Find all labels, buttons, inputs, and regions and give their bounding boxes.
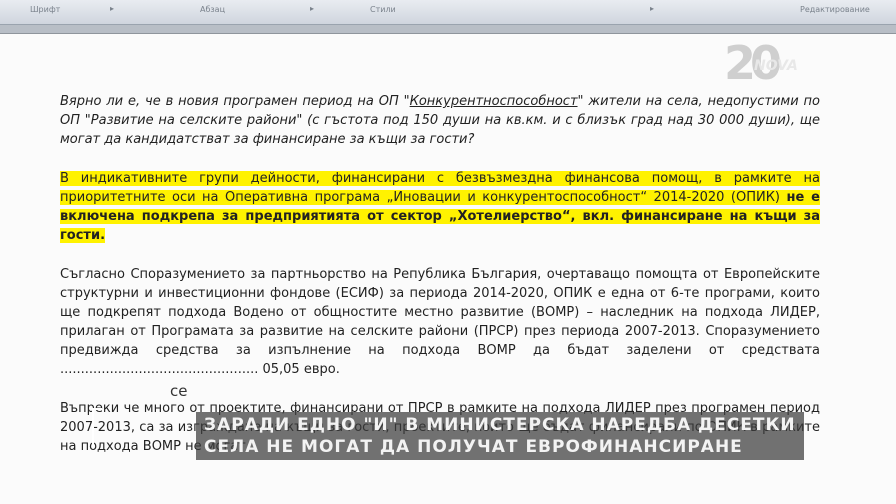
toolbar-group-label: Шрифт [30,5,61,14]
highlighted-text: В индикативните групи дейности, финансир… [60,171,820,205]
overlay-fragment: се [170,382,188,400]
toolbar-group-label: Стили [370,5,396,14]
expand-icon[interactable]: ▸ [650,4,654,13]
document-toolbar: Шрифт ▸ Абзац ▸ Стили ▸ Редактирование [0,0,896,25]
body-paragraph: Съгласно Споразумението за партньорство … [60,267,820,377]
question-paragraph: Вярно ли е, че в новия програмен период … [60,92,820,149]
news-ticker: ЗАРАДИ ЕДНО "И" В МИНИСТЕРСКА НАРЕДБА ДЕ… [196,412,804,460]
ticker-bracket [92,408,102,410]
question-text-a: Вярно ли е, че в новия програмен период … [60,94,410,109]
ticker-bracket [92,408,94,448]
ticker-headline-line: ЗАРАДИ ЕДНО "И" В МИНИСТЕРСКА НАРЕДБА ДЕ… [204,415,796,435]
highlighted-paragraph: В индикативните групи дейности, финансир… [60,169,820,245]
expand-icon[interactable]: ▸ [310,4,314,13]
toolbar-group-label: Абзац [200,5,226,14]
expand-icon[interactable]: ▸ [110,4,114,13]
toolbar-group-label: Редактирование [800,5,870,14]
ruler [0,25,896,34]
logo-brand: NOVA [754,58,798,74]
channel-logo: 20 NOVA [724,36,800,94]
ticker-headline-line: СЕЛА НЕ МОГАТ ДА ПОЛУЧАТ ЕВРОФИНАНСИРАНЕ [204,437,743,457]
question-program-name: Конкурентноспособност [409,94,578,109]
